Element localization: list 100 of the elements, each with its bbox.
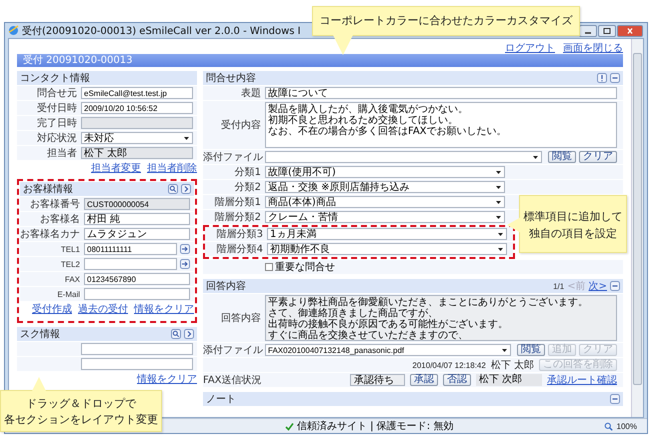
field-label: 階層分類3 <box>216 228 264 241</box>
field-label: お客様番号 <box>29 198 81 211</box>
field-label: 階層分類4 <box>216 242 264 256</box>
section-title: お客様情報 <box>23 182 73 196</box>
dropdown-caret-icon <box>498 248 503 251</box>
page-count: 1/1 <box>553 282 564 290</box>
field-label: 完了日時 <box>36 116 78 130</box>
search-icon[interactable] <box>171 329 181 339</box>
field-label: お客様名 <box>39 212 81 226</box>
section-title: 回答内容 <box>206 280 246 293</box>
small-button[interactable]: クリア <box>579 151 617 163</box>
section-title: コンタクト情報 <box>20 72 90 85</box>
answer-date: 2010/04/07 12:18:42 <box>412 360 486 370</box>
collapse-icon[interactable] <box>610 73 620 83</box>
section-title: スク情報 <box>20 328 60 341</box>
select-field[interactable] <box>265 151 542 163</box>
input-field[interactable] <box>84 288 190 300</box>
collapse-icon[interactable] <box>610 281 620 291</box>
field-label: TEL1 <box>60 244 81 254</box>
minimize-button[interactable] <box>579 24 597 36</box>
route-link[interactable]: 承認ルート確認 <box>547 373 617 387</box>
collapse-icon[interactable] <box>610 394 620 404</box>
input-field[interactable]: 01234567890 <box>84 273 190 285</box>
arrow-right-icon[interactable] <box>184 329 194 339</box>
search-icon[interactable] <box>168 184 178 194</box>
action-link[interactable]: 過去の受付 <box>78 302 128 316</box>
maximize-button[interactable] <box>598 24 616 36</box>
call-arrow-icon[interactable] <box>180 259 190 269</box>
dropdown-caret-icon <box>496 186 501 189</box>
close-button[interactable] <box>617 24 643 36</box>
phone-field[interactable] <box>84 258 177 270</box>
call-arrow-icon[interactable] <box>180 244 190 254</box>
field-label: 問合せ元 <box>36 87 78 100</box>
dropdown-caret-icon <box>184 137 189 140</box>
callout-tail <box>31 377 47 393</box>
field-label: E-Mail <box>56 290 81 298</box>
arrow-right-icon[interactable] <box>181 184 191 194</box>
close-icon <box>626 28 634 34</box>
readonly-field: CUST000000054 <box>84 198 190 210</box>
select-field[interactable]: FAX020100407132148_panasonic.pdf <box>265 344 511 356</box>
field-label: 階層分類2 <box>214 210 262 224</box>
field-label: 分類2 <box>234 180 262 194</box>
text-area[interactable]: 平素より弊社商品を御愛顧いただき、まことにありがとうございます。 さて、御連絡頂きました商品ですが、 出荷時の接触不良が原因である可能性がございます。 すぐに商品を交換させていただきますので、 <box>265 295 617 341</box>
action-link[interactable]: 担当者削除 <box>147 161 197 175</box>
select-field[interactable]: 1ヵ月未満 <box>267 228 507 240</box>
page-heading: 受付 20091020-00013 <box>17 54 623 67</box>
field-label: 表題 <box>240 86 262 100</box>
maximize-icon <box>603 28 611 34</box>
status-field: 承認待ち <box>350 374 405 386</box>
input-field[interactable]: 村田 純 <box>84 213 190 225</box>
dropdown-caret-icon <box>496 216 501 219</box>
field-label: 受付日時 <box>36 102 78 115</box>
input-field[interactable] <box>81 358 193 370</box>
action-link[interactable]: 受付作成 <box>32 302 72 316</box>
small-button[interactable]: 承認 <box>410 374 438 386</box>
field-label: TEL2 <box>60 260 81 268</box>
text-area[interactable]: 製品を購入したが、購入後電気がつかない。 初期不良と思われるため交換してほしい。 なお、不在の場合が多く回答はFAXでお願いしたい。 <box>265 102 617 148</box>
checkbox[interactable] <box>265 263 273 271</box>
field-label: FAX <box>64 274 81 284</box>
field-label: 担当者 <box>46 146 78 160</box>
header-link[interactable]: 画面を閉じる <box>563 41 623 54</box>
scrollbar[interactable] <box>631 39 643 417</box>
header-link[interactable]: ログアウト <box>505 41 555 54</box>
magnifier-icon <box>604 422 613 430</box>
action-link[interactable]: 担当者変更 <box>91 161 141 175</box>
dropdown-caret-icon <box>496 171 501 174</box>
small-button[interactable]: 閲覧 <box>517 344 545 356</box>
dropdown-caret-icon <box>498 233 503 236</box>
field-label: 対応状況 <box>36 132 78 145</box>
section-title: ノート <box>206 393 236 406</box>
section-title: 問合せ内容 <box>206 72 256 85</box>
input-field[interactable] <box>81 343 193 355</box>
dropdown-caret-icon <box>502 349 507 352</box>
dropdown-caret-icon <box>496 201 501 204</box>
dropdown-caret-icon <box>533 156 538 159</box>
author-name: 松下 太郎 <box>490 358 534 372</box>
next-link[interactable]: 次> <box>588 279 607 293</box>
field-label: 受付内容 <box>220 118 262 132</box>
small-button[interactable]: 否認 <box>442 374 471 386</box>
check-icon <box>285 422 294 430</box>
field-label: FAX送信状況 <box>203 374 263 387</box>
field-label: 添付ファイル <box>203 151 264 164</box>
callout-tail <box>333 35 353 55</box>
input-field[interactable]: eSmileCall@test.test.jp <box>81 87 193 99</box>
action-link[interactable]: 情報をクリア <box>134 302 194 316</box>
callout-tail <box>507 217 521 233</box>
field-label: 階層分類1 <box>214 196 262 209</box>
input-field[interactable]: ムラタジュン <box>84 228 190 240</box>
small-button[interactable]: 閲覧 <box>548 151 576 163</box>
approver-field: 松下 次郎 <box>476 374 542 386</box>
field-label: 回答内容 <box>220 312 262 325</box>
info-icon[interactable] <box>597 73 607 83</box>
select-field[interactable]: クレーム・苦情 <box>265 211 505 223</box>
input-field[interactable]: 2009/10/20 10:56:52 <box>81 102 193 114</box>
security-zone: 信頼済みサイト | 保護モード: 無効 <box>297 420 454 433</box>
action-link[interactable]: 情報をクリア <box>137 372 197 386</box>
checkbox-label[interactable]: 重要な問合せ <box>275 260 335 274</box>
field-label: 添付ファイル <box>203 344 264 357</box>
phone-field[interactable]: 08011111111 <box>84 243 177 255</box>
zoom-level[interactable]: 100% <box>616 422 637 430</box>
